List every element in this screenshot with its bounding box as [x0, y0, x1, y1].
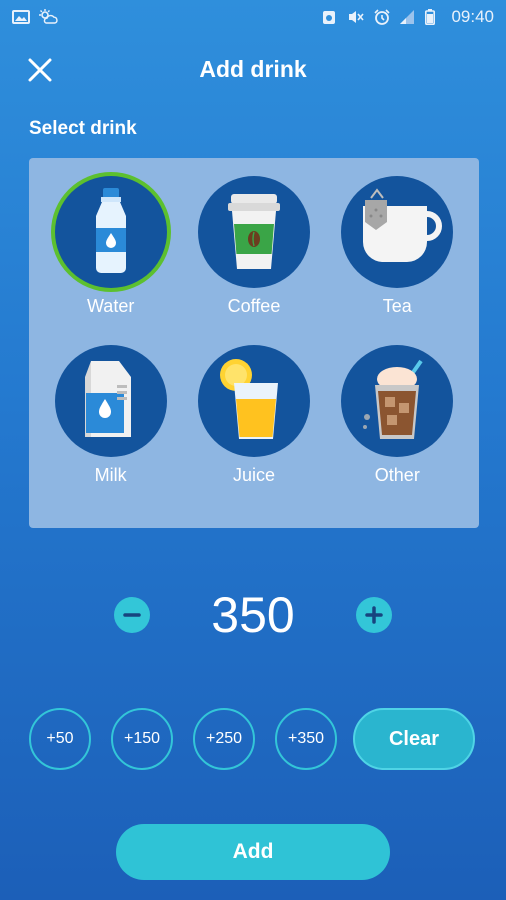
add-button[interactable]: Add — [116, 824, 390, 880]
drink-label-water: Water — [86, 296, 135, 316]
amount-value: 350 — [211, 587, 295, 643]
drink-option-tea[interactable]: Tea — [326, 176, 469, 345]
plus-icon — [365, 606, 383, 624]
mute-icon — [347, 9, 365, 25]
status-left — [12, 9, 58, 25]
drink-option-coffee[interactable]: Coffee — [182, 176, 325, 345]
close-icon — [28, 58, 52, 82]
status-right: 09:40 — [321, 7, 494, 27]
alarm-badge-icon — [321, 9, 339, 25]
image-icon — [12, 9, 30, 25]
select-drink-label: Select drink — [29, 118, 137, 139]
status-time: 09:40 — [451, 7, 494, 26]
drink-grid: Water Coffee Tea Milk Juice Other — [29, 158, 479, 528]
iced-drink-icon — [363, 359, 423, 439]
juice-glass-icon — [219, 359, 278, 439]
signal-icon — [399, 9, 417, 25]
drink-circle-water — [54, 176, 167, 288]
drink-label-other: Other — [374, 465, 420, 485]
app-bar: Add drink — [0, 44, 506, 94]
clear-button[interactable]: Clear — [353, 708, 475, 770]
alarm-clock-icon — [373, 9, 391, 25]
tea-cup-icon — [363, 188, 443, 262]
quick-add-50-button[interactable]: +50 — [29, 708, 91, 770]
close-button[interactable] — [22, 52, 58, 88]
water-bottle-icon — [95, 188, 126, 273]
page-title: Add drink — [199, 55, 307, 82]
quick-add-row: +50 +150 +250 +350 Clear — [29, 708, 479, 770]
quick-add-250-button[interactable]: +250 — [193, 708, 255, 770]
drink-option-other[interactable]: Other — [326, 345, 469, 514]
minus-icon — [123, 613, 141, 617]
status-bar: 09:40 — [0, 0, 506, 34]
drink-label-milk: Milk — [94, 465, 127, 485]
battery-icon — [425, 9, 443, 25]
drink-label-coffee: Coffee — [227, 296, 281, 316]
drink-circle-milk — [54, 345, 167, 457]
drink-circle-tea — [341, 176, 454, 288]
drink-label-juice: Juice — [232, 465, 275, 485]
increase-button[interactable] — [356, 597, 392, 633]
milk-carton-icon — [84, 361, 131, 437]
drink-label-tea: Tea — [382, 296, 412, 316]
quick-add-350-button[interactable]: +350 — [275, 708, 337, 770]
drink-option-water[interactable]: Water — [39, 176, 182, 345]
decrease-button[interactable] — [114, 597, 150, 633]
quick-add-150-button[interactable]: +150 — [111, 708, 173, 770]
sun-cloud-icon — [38, 9, 58, 25]
drink-option-milk[interactable]: Milk — [39, 345, 182, 514]
drink-circle-juice — [197, 345, 310, 457]
amount-stepper: 350 — [0, 580, 506, 650]
coffee-cup-icon — [227, 194, 280, 269]
drink-option-juice[interactable]: Juice — [182, 345, 325, 514]
drink-circle-other — [341, 345, 454, 457]
drink-circle-coffee — [197, 176, 310, 288]
